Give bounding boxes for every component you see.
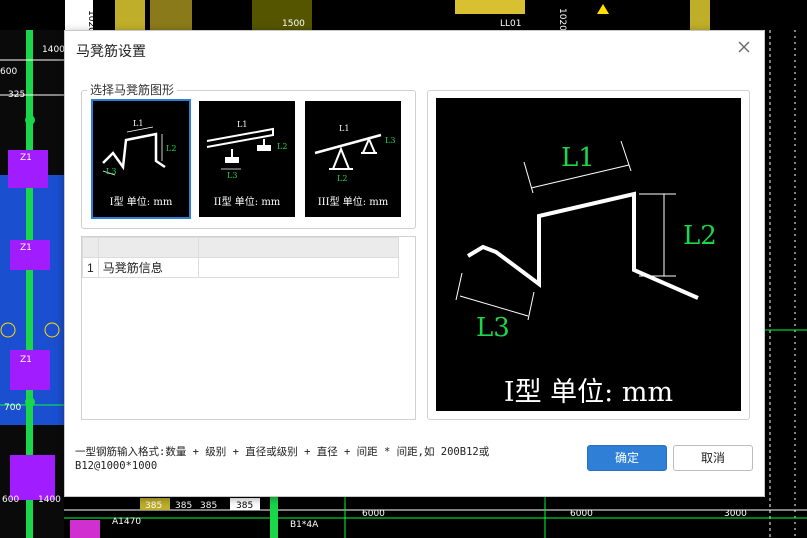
shape-group-label: 选择马凳筋图形 — [87, 81, 178, 98]
shape-3-l3: L3 — [385, 136, 395, 145]
preview-l2: L2 — [683, 221, 717, 251]
cad-label: 1400 — [38, 495, 61, 505]
grid-header-row — [82, 237, 399, 258]
preview-caption: I型 单位: mm — [503, 377, 674, 408]
cad-label: 700 — [4, 403, 21, 413]
cad-dim: 385 — [236, 501, 253, 511]
shape-option-type-1[interactable]: L1 L2 L3 I型 单位: mm — [91, 99, 191, 219]
ok-button[interactable]: 确定 — [587, 445, 667, 471]
shape-2-caption: II型 单位: mm — [213, 197, 281, 208]
row-value-cell[interactable] — [197, 257, 399, 278]
cad-label: Z1 — [20, 243, 32, 253]
stirrup-info-grid: 1 马凳筋信息 — [81, 236, 416, 420]
shape-preview: L1 L2 L3 I型 单位: mm — [436, 98, 741, 411]
shape-option-type-3[interactable]: L1 L3 L2 III型 单位: mm — [303, 99, 403, 219]
cad-label: 1400 — [42, 45, 65, 55]
shape-3-l2: L2 — [337, 174, 347, 183]
row-name: 马凳筋信息 — [97, 257, 199, 278]
cad-dim: 6000 — [362, 509, 385, 519]
shape-2-l3: L3 — [227, 171, 237, 180]
cad-dim: 6000 — [570, 509, 593, 519]
cad-tag: LL01 — [500, 19, 521, 29]
preview-l3: L3 — [476, 313, 510, 343]
cad-label: Z1 — [20, 355, 32, 365]
shape-3-l1: L1 — [339, 124, 349, 133]
cad-dim: 1500 — [282, 19, 305, 29]
cad-tag: A1470 — [112, 517, 141, 527]
cad-label: 600 — [2, 495, 19, 505]
cancel-button[interactable]: 取消 — [673, 445, 753, 471]
shape-1-caption: I型 单位: mm — [109, 197, 173, 208]
dialog-title: 马凳筋设置 — [76, 43, 146, 59]
cad-label: Z1 — [20, 153, 32, 163]
shape-2-l1: L1 — [237, 120, 247, 129]
shape-1-l3: L3 — [106, 167, 116, 176]
cad-dim: 385 — [145, 501, 162, 511]
shape-1-l2: L2 — [166, 144, 176, 153]
table-row[interactable]: 1 马凳筋信息 — [82, 257, 399, 278]
row-number: 1 — [82, 257, 99, 278]
preview-drawing: L1 L2 L3 — [455, 140, 717, 343]
stirrup-settings-dialog: 马凳筋设置 选择马凳筋图形 L1 L2 L3 I型 单位: mm L1 L2 L… — [64, 30, 765, 497]
cad-dim: 385 — [200, 501, 217, 511]
cad-dim: 3000 — [724, 509, 747, 519]
cad-label: 325 — [8, 90, 25, 100]
shape-option-type-2[interactable]: L1 L2 L3 II型 单位: mm — [197, 99, 297, 219]
shape-1-l1: L1 — [133, 119, 143, 128]
cad-tag: B1*4A — [290, 520, 319, 530]
cad-workspace: 600 1400 325 Z1 Z1 Z1 700 600 1400 1020 … — [0, 0, 807, 538]
preview-l1: L1 — [561, 143, 595, 173]
cad-label: 600 — [0, 67, 17, 77]
shape-3-caption: III型 单位: mm — [317, 197, 389, 208]
close-icon[interactable] — [736, 39, 752, 55]
cad-dim: 385 — [175, 501, 192, 511]
shape-2-l2: L2 — [277, 142, 287, 151]
input-format-hint: 一型钢筋输入格式:数量 + 级别 + 直径或级别 + 直径 + 间距 * 间距,… — [75, 446, 490, 472]
cad-dim: 1020 — [557, 8, 567, 31]
